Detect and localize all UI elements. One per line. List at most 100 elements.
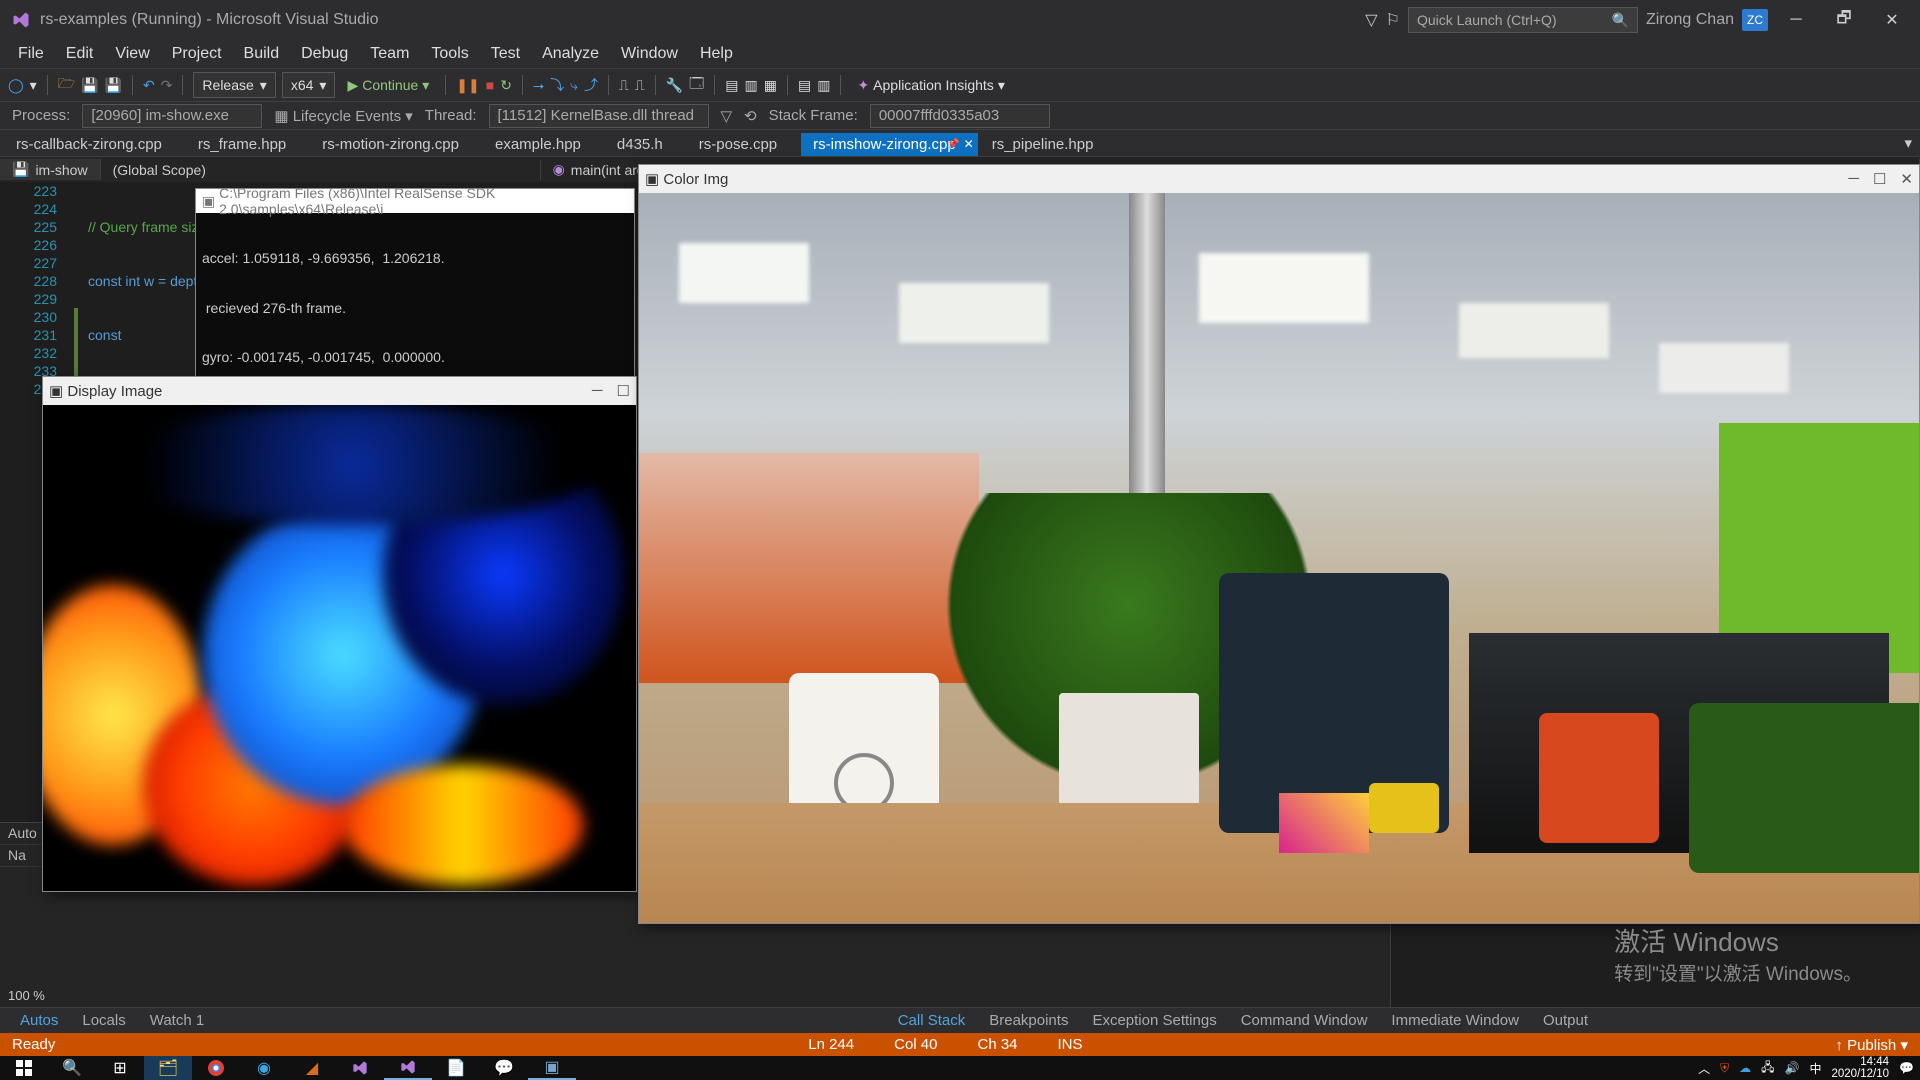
minimize-button[interactable]: ─ [1776,5,1816,35]
toggle-icon[interactable]: ⎍ [619,77,629,94]
user-name[interactable]: Zirong Chan [1646,11,1734,29]
debug-target-icon[interactable]: 🔧 [666,77,683,94]
tab-immediate[interactable]: Immediate Window [1379,1009,1531,1032]
undo-icon[interactable]: ↶ [143,77,155,94]
app-insights-button[interactable]: ✦Application Insights▾ [851,72,1010,98]
redo-icon[interactable]: ↷ [161,77,173,94]
tab-rs-imshow[interactable]: rs-imshow-zirong.cpp📌✕ [801,133,978,156]
tab-rs-callback[interactable]: rs-callback-zirong.cpp [4,133,184,156]
close-icon[interactable]: ✕ [964,137,974,151]
project-scope[interactable]: 💾im-show [0,159,101,180]
vs-running-icon[interactable] [384,1056,432,1080]
tab-rs-pose[interactable]: rs-pose.cpp [687,133,799,156]
tab-breakpoints[interactable]: Breakpoints [977,1009,1080,1032]
menu-file[interactable]: File [8,43,54,65]
taskview-button[interactable]: ⊞ [96,1056,144,1080]
menu-team[interactable]: Team [360,43,419,65]
tool-icon[interactable]: ▥ [745,77,758,94]
save-all-icon[interactable]: 💾 [105,77,122,94]
pin-icon[interactable]: 📌 [947,139,959,150]
minimize-icon[interactable]: ─ [1848,170,1859,188]
tray-clock[interactable]: 14:44 2020/12/10 [1831,1056,1889,1080]
menu-edit[interactable]: Edit [56,43,104,65]
step-next-icon[interactable]: ⭢ [533,77,544,94]
quick-launch[interactable]: Quick Launch (Ctrl+Q) 🔍 [1408,7,1638,33]
tool-icon[interactable]: ▤ [798,77,811,94]
search-button[interactable]: 🔍 [48,1056,96,1080]
tab-callstack[interactable]: Call Stack [886,1009,978,1032]
maximize-icon[interactable]: ☐ [617,382,630,400]
notify-icon[interactable]: ▽ [1365,10,1377,30]
tab-example[interactable]: example.hpp [483,133,603,156]
tray-cloud-icon[interactable]: ☁ [1739,1061,1751,1075]
wechat-icon[interactable]: 💬 [480,1056,528,1080]
toggle-icon[interactable]: 🗔 [689,73,704,97]
matlab-icon[interactable]: ◢ [288,1056,336,1080]
tray-net-icon[interactable]: 🖧 [1761,1058,1774,1079]
tab-autos[interactable]: Autos [8,1009,70,1032]
color-window[interactable]: ▣ Color Img ─☐✕ [638,164,1920,924]
thread-combo[interactable]: [11512] KernelBase.dll thread [489,104,709,128]
app-window-icon[interactable]: ▣ [528,1056,576,1080]
tray-vol-icon[interactable]: 🔊 [1785,1061,1800,1075]
global-scope[interactable]: (Global Scope) [101,160,541,180]
user-badge[interactable]: ZC [1742,9,1768,31]
explorer-icon[interactable]: 🗂 [144,1056,192,1080]
publish-button[interactable]: ↑ Publish ▾ [1835,1036,1908,1054]
close-button[interactable]: ✕ [1872,5,1912,35]
stop-icon[interactable]: ■ [486,77,494,93]
tool-icon[interactable]: ▥ [817,77,830,94]
start-button[interactable] [0,1056,48,1080]
zoom-level[interactable]: 100 % [8,988,45,1003]
lifecycle-icon[interactable]: ▦ Lifecycle Events ▾ [274,107,412,125]
tab-output[interactable]: Output [1531,1009,1600,1032]
restart-icon[interactable]: ↻ [500,77,512,94]
tray-security-icon[interactable]: ⛨ [1720,1061,1729,1076]
app-icon[interactable]: ◉ [240,1056,288,1080]
tray-ime[interactable]: 中 [1809,1060,1821,1077]
menu-debug[interactable]: Debug [291,43,358,65]
tab-rs-frame[interactable]: rs_frame.hpp [186,133,308,156]
tool-icon[interactable]: ▤ [725,77,738,94]
step-over-icon[interactable]: ⤷ [570,77,578,94]
tool-icon[interactable]: ▦ [764,77,777,94]
restore-button[interactable]: 🗗 [1824,5,1864,35]
notepad-icon[interactable]: 📄 [432,1056,480,1080]
menu-analyze[interactable]: Analyze [532,43,609,65]
tab-overflow-icon[interactable]: ▾ [1896,130,1920,156]
console-window[interactable]: ▣ C:\Program Files (x86)\Intel RealSense… [195,188,635,378]
tab-rs-pipeline[interactable]: rs_pipeline.hpp [980,133,1116,156]
tab-exception[interactable]: Exception Settings [1080,1009,1228,1032]
menu-tools[interactable]: Tools [421,43,478,65]
tab-locals[interactable]: Locals [70,1009,137,1032]
menu-window[interactable]: Window [611,43,688,65]
chevron-down-icon[interactable]: ▾ [30,77,37,94]
vs-icon[interactable] [336,1056,384,1080]
save-icon[interactable]: 💾 [81,77,98,94]
platform-combo[interactable]: x64▾ [282,72,336,98]
pause-icon[interactable]: ❚❚ [456,77,479,94]
step-out-icon[interactable]: ⤴ [584,75,598,95]
step-into-icon[interactable]: ⤵ [550,75,564,95]
thread-nav-icon[interactable]: ▽ [721,107,733,125]
stack-combo[interactable]: 00007fffd0335a03 [870,104,1050,128]
menu-help[interactable]: Help [690,43,743,65]
toggle-icon[interactable]: ⎍ [635,77,645,94]
tab-cmdwin[interactable]: Command Window [1229,1009,1380,1032]
menu-test[interactable]: Test [481,43,530,65]
nav-back-icon[interactable]: ◯ [8,77,24,94]
open-icon[interactable]: 🗁 [58,73,75,97]
depth-window[interactable]: ▣ Display Image ─☐ [42,376,637,892]
tray-up-icon[interactable]: ︿ [1698,1060,1710,1077]
config-combo[interactable]: Release▾ [193,72,275,98]
minimize-icon[interactable]: ─ [592,382,603,400]
tray-notify-icon[interactable]: 💬 [1899,1061,1914,1075]
tab-rs-motion[interactable]: rs-motion-zirong.cpp [310,133,481,156]
menu-build[interactable]: Build [234,43,290,65]
continue-button[interactable]: ▶Continue▾ [341,72,435,98]
thread-nav-icon[interactable]: ⟲ [744,107,757,125]
maximize-icon[interactable]: ☐ [1873,170,1886,188]
tab-d435[interactable]: d435.h [605,133,685,156]
tab-watch1[interactable]: Watch 1 [138,1009,216,1032]
menu-project[interactable]: Project [162,43,232,65]
